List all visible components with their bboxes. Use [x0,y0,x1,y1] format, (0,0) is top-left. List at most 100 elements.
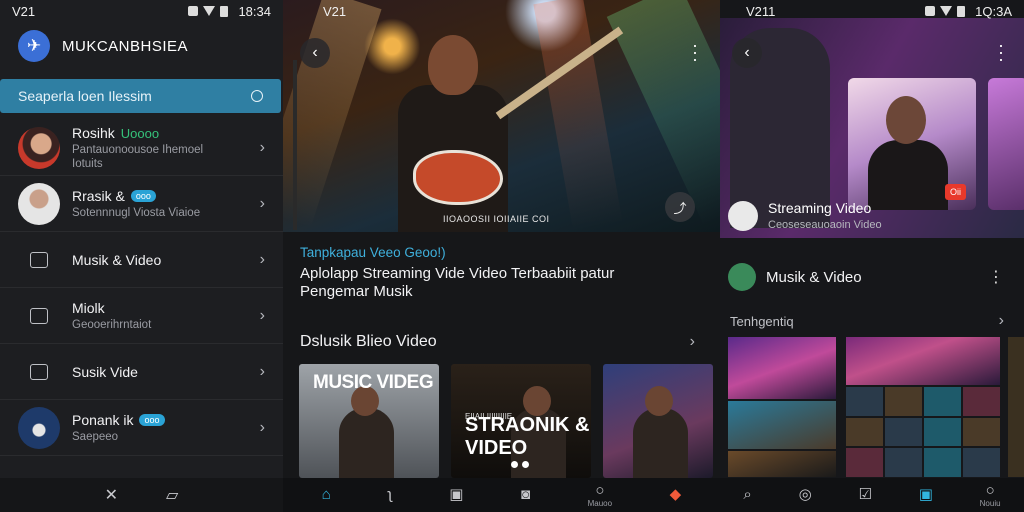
menu-panel: V21 18:34 ✈ MUKCANBHSIEA Seaperla loen I… [0,0,283,512]
featured-card[interactable]: Oii [848,78,976,210]
menu-item-rrasik[interactable]: Rrasik & ooo Sotennnugl Viosta Viaioe › [0,176,283,232]
thumbnail-title: MUSIC VIDEG [313,372,434,393]
pagination-dots [511,461,529,468]
chevron-right-icon: › [259,362,265,380]
menu-item-title: Musik & Video [72,251,162,268]
record-badge: Oii [945,184,966,200]
menu-item-rosihk[interactable]: Rosihk Uoooo Pantauonoousoe Ihemoel Iotui… [0,120,283,176]
nav-record[interactable]: ◆ [670,487,682,503]
nav-check[interactable]: ☑ [858,487,871,503]
battery-icon [220,5,229,17]
performer-head [886,96,926,144]
section-header[interactable]: Dslusik Blieo Video › [300,333,695,351]
nav-shield[interactable]: ▣ [919,487,933,503]
profile-icon: ○ [985,481,995,499]
video-tag[interactable]: Tanpkapau Veeo Geoo!) [300,245,446,260]
menu-item-ponank[interactable]: Ponank ik ooo Saepeeo › [0,400,283,456]
menu-item-subtitle: Saepeeo [72,431,119,443]
subsection-header[interactable]: Tenhgentiq › [730,312,1004,330]
menu-item-title: Rosihk [72,125,115,141]
back-button[interactable]: ‹ [300,38,330,68]
video-detail-panel: V21 ‹ · · · IIOAOOSII IOIIAIIE COI ⤴ Tanpk… [283,0,720,512]
avatar [728,263,756,291]
thumbnail-row: MUSIC VIDEG EIIAILIIIIIIIIIE STRAONIK & … [299,364,713,478]
performer-head [428,35,478,95]
more-vert-icon[interactable]: · · · [998,36,1004,68]
app-logo-icon: ✈ [18,30,50,62]
profile-icon: ○ [595,481,605,499]
chevron-left-icon: ‹ [744,44,750,61]
chevron-right-icon: › [259,306,265,324]
video-thumbnail[interactable] [603,364,713,478]
status-badge: Uoooo [120,125,160,141]
performer [339,408,394,478]
more-vert-icon[interactable]: · · · [692,36,698,68]
nav-profile[interactable]: ○ Mauoo [587,481,613,508]
avatar [18,126,60,169]
video-thumbnail[interactable] [1008,337,1024,477]
video-collage[interactable] [846,337,1000,477]
performer [633,408,688,478]
status-label: V21 [12,3,36,19]
chevron-right-icon: › [689,333,695,350]
back-icon[interactable]: ✕ [105,485,118,505]
thumbnail-title: STRAONIK & VIDEO [465,414,590,459]
search-icon: ⌕ [743,486,752,503]
chevron-right-icon: › [259,250,265,268]
status-badge: ooo [130,190,156,202]
side-card[interactable] [988,78,1024,210]
share-button[interactable]: ⤴ [665,192,695,222]
nav-profile[interactable]: ○ Nouiu [980,481,1001,508]
nav-label: Mauoo [587,498,613,508]
tune-icon: ʅ [388,486,392,503]
performer-head [645,386,673,416]
stream-hero[interactable]: Oii ‹ · · · Streaming Video Ceoseseauoaoin… [720,18,1024,238]
nav-search[interactable]: ⌕ [743,487,751,503]
menu-list: Rosihk Uoooo Pantauonoousoe Ihemoel Iotui… [0,120,283,456]
video-thumbnail[interactable]: MUSIC VIDEG [299,364,439,478]
nav-explore[interactable]: ◎ [799,487,812,503]
book-icon[interactable]: ▱ [166,485,178,505]
section-title: Dslusik Blieo Video [300,333,437,350]
menu-item-subtitle: Geooerihrntaiot [72,319,152,331]
status-time: 1Q:3A [975,3,1012,19]
chevron-right-icon: › [259,194,265,212]
video-title: Aplolapp Streaming Vide Video Terbaabiit… [300,265,615,300]
status-bar: V211 1Q:3A [720,0,1024,22]
stream-title: Streaming Video [768,200,872,216]
status-time: 18:34 [238,3,271,19]
streaming-panel: V211 1Q:3A Oii ‹ · · · Streaming Video Ceo… [720,0,1024,512]
stream-info: Streaming Video Ceoseseauoaoin Video [728,200,882,231]
nav-library[interactable]: ▣ [449,487,463,503]
mic-stand [293,60,297,230]
app-brand: MUKCANBHSIEA [62,37,189,55]
notification-icon [925,6,936,16]
video-grid[interactable] [728,337,836,477]
menu-item-title: Miolk [72,300,105,316]
menu-item-miolk[interactable]: Miolk Geooerihrntaiot › [0,288,283,344]
inbox-icon [30,363,48,380]
more-vert-icon[interactable]: ⋮ [988,267,1004,287]
nav-camera[interactable]: ◙ [521,487,530,503]
hero-video[interactable]: V21 ‹ · · · IIOAOOSII IOIIAIIE COI ⤴ [283,0,720,232]
image-icon [30,251,48,268]
back-button[interactable]: ‹ [732,38,762,68]
menu-item-title: Ponank ik [72,412,134,428]
menu-item-musik-video[interactable]: Musik & Video › [0,232,283,288]
search-input[interactable]: Seaperla loen Ilessim [0,79,281,113]
home-icon: ⌂ [321,486,331,503]
section-header[interactable]: Musik & Video ⋮ [728,263,1004,291]
library-icon: ▣ [449,486,464,503]
nav-home[interactable]: ⌂ [322,487,331,503]
avatar [18,406,60,449]
search-icon[interactable] [251,90,263,102]
video-thumbnail[interactable]: EIIAILIIIIIIIIIE STRAONIK & VIDEO [451,364,591,478]
nav-tune[interactable]: ʅ [388,487,391,503]
chevron-right-icon: › [259,418,265,436]
menu-item-subtitle: Sotennnugl Viosta Viaioe [72,207,201,219]
chevron-left-icon: ‹ [312,44,318,61]
menu-item-susik-vide[interactable]: Susik Vide › [0,344,283,400]
status-bar: V21 18:34 [0,0,283,22]
explore-icon: ◎ [798,486,812,503]
avatar [18,182,60,225]
